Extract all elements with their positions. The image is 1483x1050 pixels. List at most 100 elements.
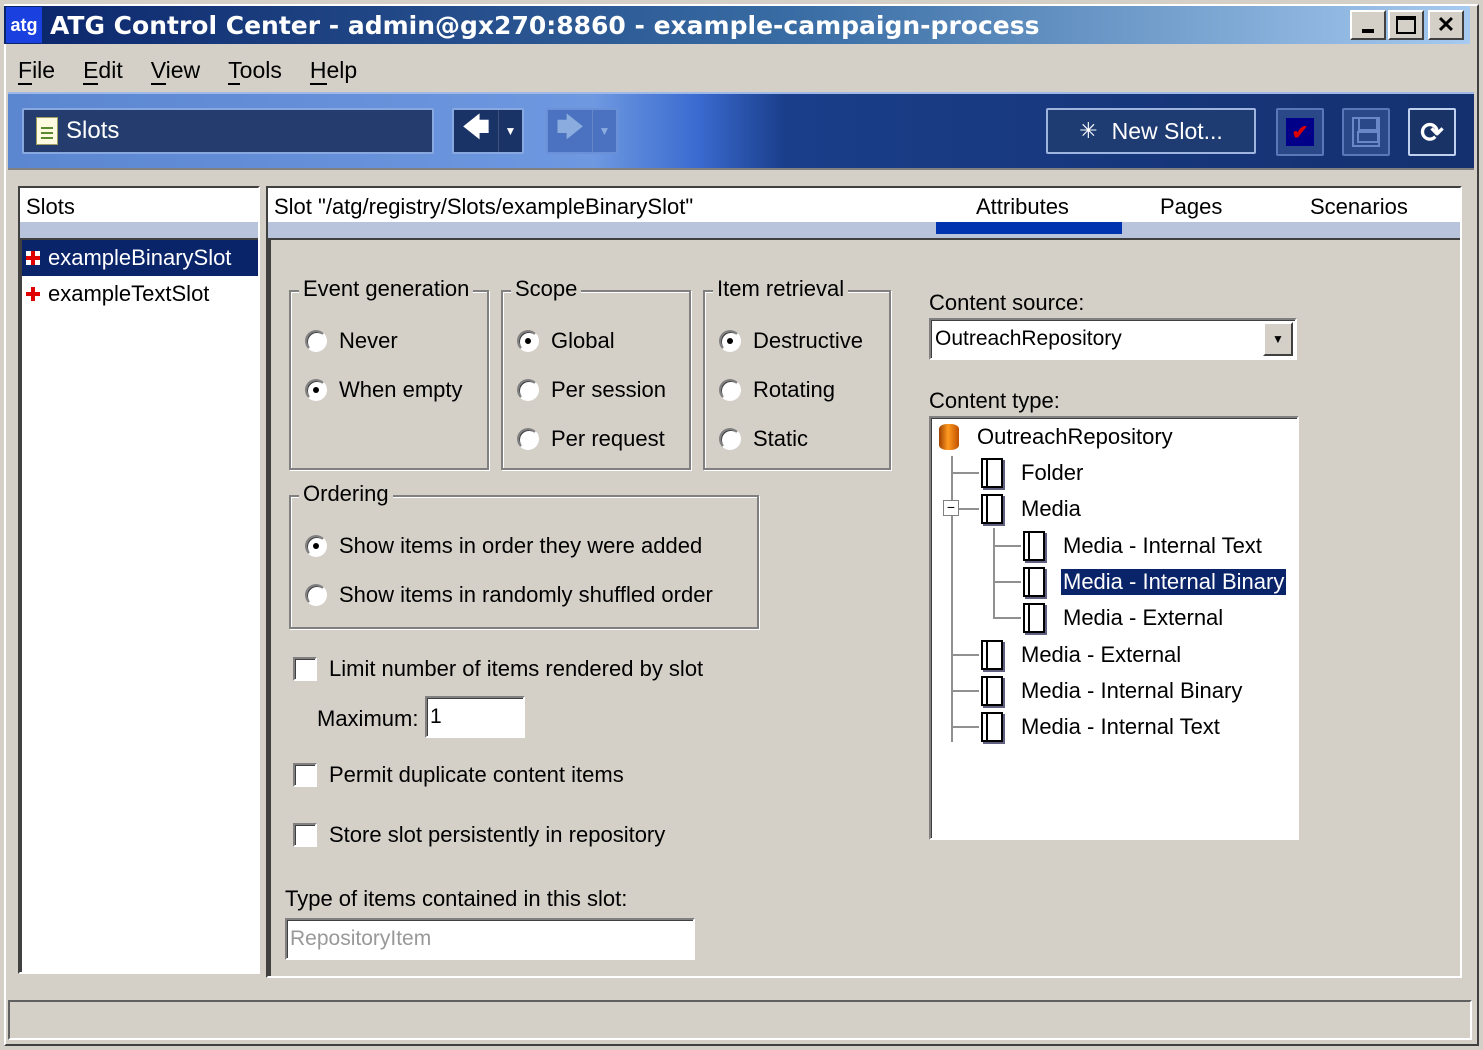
radio-random-order[interactable]: Show items in randomly shuffled order (305, 582, 713, 608)
limit-items-checkbox[interactable] (293, 657, 317, 681)
check-button[interactable]: ✔ (1276, 108, 1324, 156)
menu-tools-label: ools (239, 56, 282, 83)
radio-button[interactable] (305, 535, 327, 557)
radio-button[interactable] (517, 330, 539, 352)
tab-attributes[interactable]: Attributes (976, 194, 1069, 220)
item-type-icon (1023, 531, 1045, 561)
menu-file-label: ile (32, 56, 56, 83)
minimize-icon (1362, 29, 1374, 33)
radio-button[interactable] (719, 428, 741, 450)
limit-items-checkbox-row[interactable]: Limit number of items rendered by slot (293, 656, 703, 682)
tree-node-label: Media (1021, 496, 1081, 521)
back-history-dropdown[interactable]: ▼ (498, 110, 522, 152)
radio-when-empty[interactable]: When empty (305, 377, 463, 403)
title-bar[interactable]: atg ATG Control Center - admin@gx270:886… (4, 6, 1470, 44)
maximum-label: Maximum: (317, 706, 419, 731)
ordering-group: Ordering Show items in order they were a… (289, 481, 759, 629)
radio-button[interactable] (305, 584, 327, 606)
attributes-form: Event generation Never When empty Scope … (268, 238, 1460, 976)
item-type-input[interactable]: RepositoryItem (285, 918, 695, 960)
store-persistently-checkbox-row[interactable]: Store slot persistently in repository (293, 822, 665, 848)
toolbar: Slots 🡄 ▼ 🡆 ▼ ✳ New Slot... ✔ ⟳ (8, 92, 1474, 170)
radio-label: Never (339, 328, 398, 353)
radio-label: Global (551, 328, 615, 353)
tree-node[interactable]: Media - Internal Text (1023, 529, 1264, 563)
maximize-icon (1396, 16, 1416, 34)
tree-node[interactable]: Media (981, 492, 1083, 526)
tree-node[interactable]: Folder (981, 456, 1085, 490)
tree-node-label: Media - External (1021, 642, 1182, 667)
section-selector[interactable]: Slots (22, 108, 434, 154)
maximum-input[interactable]: 1 (425, 696, 525, 738)
slot-path: Slot "/atg/registry/Slots/exampleBinaryS… (274, 194, 694, 219)
radio-button[interactable] (719, 330, 741, 352)
menu-help[interactable]: Help (296, 56, 371, 85)
slot-list-item[interactable]: exampleTextSlot (22, 276, 258, 312)
menu-tools[interactable]: Tools (214, 56, 296, 85)
radio-order-added[interactable]: Show items in order they were added (305, 533, 702, 559)
radio-rotating[interactable]: Rotating (719, 377, 835, 403)
menu-help-label: elp (326, 56, 358, 83)
radio-global[interactable]: Global (517, 328, 615, 354)
minimize-button[interactable] (1350, 10, 1386, 40)
menu-file[interactable]: File (4, 56, 69, 85)
radio-never[interactable]: Never (305, 328, 398, 354)
tree-line (951, 654, 979, 656)
radio-button[interactable] (719, 379, 741, 401)
tree-node-root[interactable]: OutreachRepository (939, 420, 1175, 454)
menu-view-label: iew (165, 56, 201, 83)
radio-button[interactable] (517, 379, 539, 401)
radio-button[interactable] (305, 330, 327, 352)
radio-static[interactable]: Static (719, 426, 808, 452)
radio-label: Static (753, 426, 809, 451)
collapse-toggle[interactable]: − (943, 500, 959, 516)
menu-view[interactable]: View (137, 56, 214, 85)
tree-line (993, 581, 1021, 583)
radio-button[interactable] (517, 428, 539, 450)
forward-button[interactable]: 🡆 ▼ (546, 108, 618, 154)
content-type-tree[interactable]: − OutreachRepository Folder Media Media … (929, 416, 1299, 840)
forward-history-dropdown[interactable]: ▼ (592, 110, 616, 152)
refresh-button[interactable]: ⟳ (1408, 108, 1456, 156)
tab-scenarios[interactable]: Scenarios (1310, 194, 1408, 220)
tree-line (993, 528, 995, 618)
tree-line (951, 472, 979, 474)
tree-node[interactable]: Media - Internal Binary (1023, 565, 1287, 599)
item-type-icon (981, 640, 1003, 670)
slot-detail-header: Slot "/atg/registry/Slots/exampleBinaryS… (268, 188, 1460, 222)
chevron-down-icon[interactable]: ▼ (1263, 322, 1293, 356)
radio-button[interactable] (305, 379, 327, 401)
slot-label: exampleTextSlot (48, 281, 210, 306)
tree-node-label: Media - Internal Binary (1021, 678, 1243, 703)
permit-duplicates-checkbox[interactable] (293, 763, 317, 787)
tree-node-label: Folder (1021, 460, 1084, 485)
radio-per-session[interactable]: Per session (517, 377, 666, 403)
back-button[interactable]: 🡄 ▼ (452, 108, 524, 154)
close-button[interactable]: ✕ (1428, 10, 1464, 40)
item-type-icon (981, 712, 1003, 742)
store-persistently-checkbox[interactable] (293, 823, 317, 847)
item-type-value: RepositoryItem (290, 927, 432, 950)
tree-node[interactable]: Media - External (1023, 601, 1225, 635)
radio-label: Per session (551, 377, 666, 402)
slots-panel-header: Slots (20, 188, 258, 222)
item-retrieval-group: Item retrieval Destructive Rotating Stat… (703, 276, 891, 470)
atg-logo-icon: atg (6, 7, 42, 43)
radio-per-request[interactable]: Per request (517, 426, 665, 452)
tree-node[interactable]: Media - Internal Binary (981, 674, 1244, 708)
permit-duplicates-checkbox-row[interactable]: Permit duplicate content items (293, 762, 624, 788)
tree-line (951, 726, 979, 728)
slot-list-item[interactable]: exampleBinarySlot (22, 240, 258, 276)
save-button[interactable] (1342, 108, 1390, 156)
tab-pages[interactable]: Pages (1160, 194, 1222, 220)
slots-document-icon (36, 117, 58, 145)
tree-node[interactable]: Media - Internal Text (981, 710, 1222, 744)
new-slot-label: New Slot... (1111, 117, 1223, 144)
radio-destructive[interactable]: Destructive (719, 328, 863, 354)
maximize-button[interactable] (1388, 10, 1424, 40)
floppy-disk-icon (1352, 117, 1380, 147)
content-source-select[interactable]: OutreachRepository ▼ (929, 318, 1297, 360)
new-slot-button[interactable]: ✳ New Slot... (1046, 108, 1256, 154)
tree-node[interactable]: Media - External (981, 638, 1183, 672)
menu-edit[interactable]: Edit (69, 56, 137, 85)
